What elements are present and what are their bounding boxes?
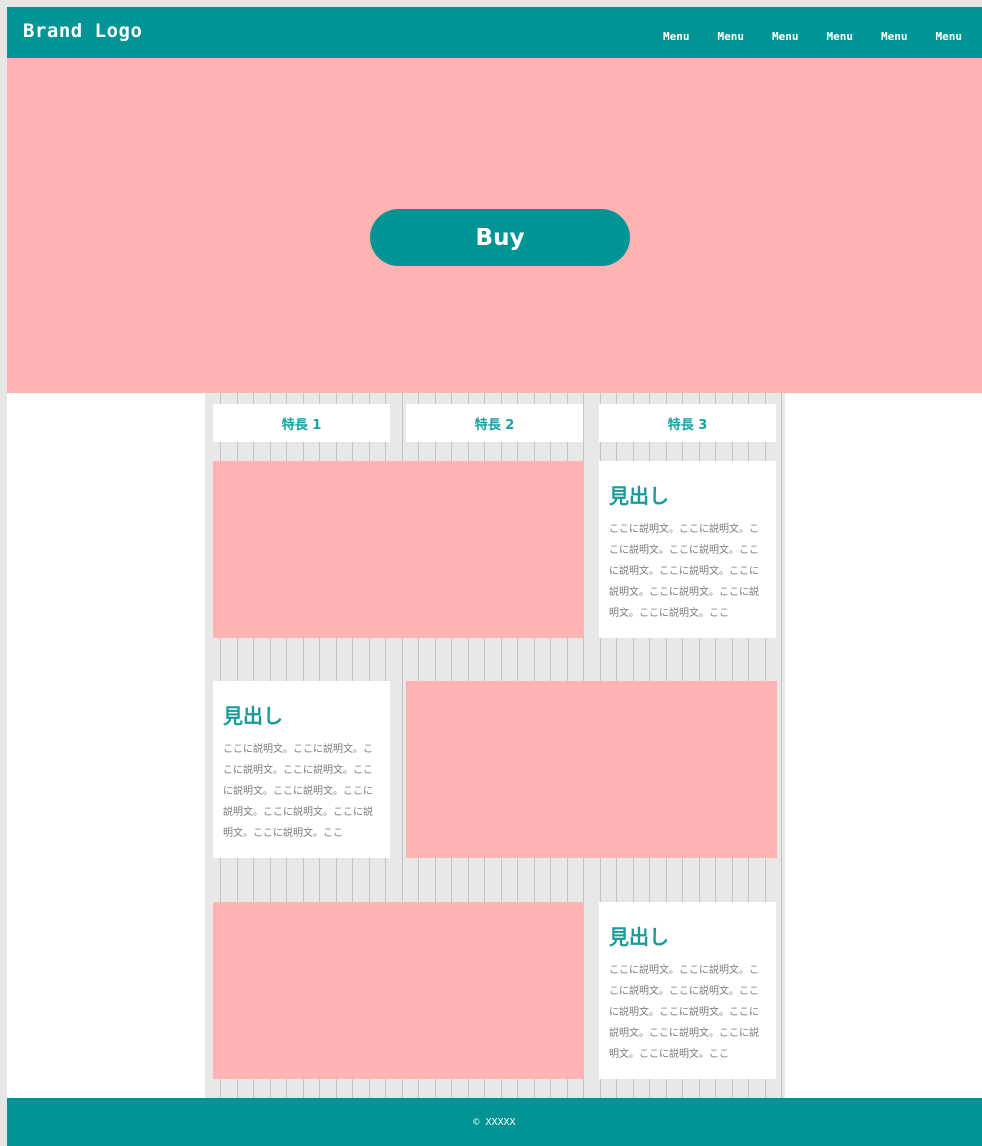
feature-image-placeholder: [406, 681, 777, 858]
nav-menu-item[interactable]: Menu: [718, 30, 745, 43]
hero-section: Buy: [7, 58, 982, 393]
site-header: Brand Logo Menu Menu Menu Menu Menu Menu: [7, 7, 982, 58]
card-heading: 見出し: [609, 484, 669, 508]
card-heading: 見出し: [223, 704, 283, 728]
feature-card: 見出し ここに説明文。ここに説明文。ここに説明文。ここに説明文。ここに説明文。こ…: [213, 681, 390, 858]
card-description: ここに説明文。ここに説明文。ここに説明文。ここに説明文。ここに説明文。ここに説明…: [609, 524, 759, 619]
nav-menu-item[interactable]: Menu: [663, 30, 690, 43]
copyright-text: © XXXXX: [473, 1116, 516, 1128]
nav-menu-item[interactable]: Menu: [936, 30, 963, 43]
feature-image-placeholder: [213, 461, 584, 638]
nav-menu-item[interactable]: Menu: [881, 30, 908, 43]
brand-logo[interactable]: Brand Logo: [23, 20, 142, 42]
feature-card: 見出し ここに説明文。ここに説明文。ここに説明文。ここに説明文。ここに説明文。こ…: [599, 461, 776, 638]
tab-feature-1[interactable]: 特長 1: [213, 404, 390, 442]
card-description: ここに説明文。ここに説明文。ここに説明文。ここに説明文。ここに説明文。ここに説明…: [223, 744, 373, 839]
tab-label: 特長 2: [474, 417, 515, 433]
card-heading: 見出し: [609, 925, 669, 949]
page: Brand Logo Menu Menu Menu Menu Menu Menu…: [7, 7, 982, 1146]
tab-label: 特長 1: [281, 417, 322, 433]
feature-image-placeholder: [213, 902, 584, 1079]
card-description: ここに説明文。ここに説明文。ここに説明文。ここに説明文。ここに説明文。ここに説明…: [609, 965, 759, 1060]
buy-button[interactable]: Buy: [370, 209, 630, 266]
tab-label: 特長 3: [667, 417, 708, 433]
site-footer: © XXXXX: [7, 1098, 982, 1146]
nav-menu-item[interactable]: Menu: [827, 30, 854, 43]
nav-menu-item[interactable]: Menu: [772, 30, 799, 43]
main-nav: Menu Menu Menu Menu Menu Menu: [635, 7, 962, 58]
features-section: 特長 1 特長 2 特長 3 見出し ここに説明文。ここに説明文。ここに説明文。…: [205, 393, 785, 1098]
tab-feature-2[interactable]: 特長 2: [406, 404, 583, 442]
tab-feature-3[interactable]: 特長 3: [599, 404, 776, 442]
feature-card: 見出し ここに説明文。ここに説明文。ここに説明文。ここに説明文。ここに説明文。こ…: [599, 902, 776, 1079]
